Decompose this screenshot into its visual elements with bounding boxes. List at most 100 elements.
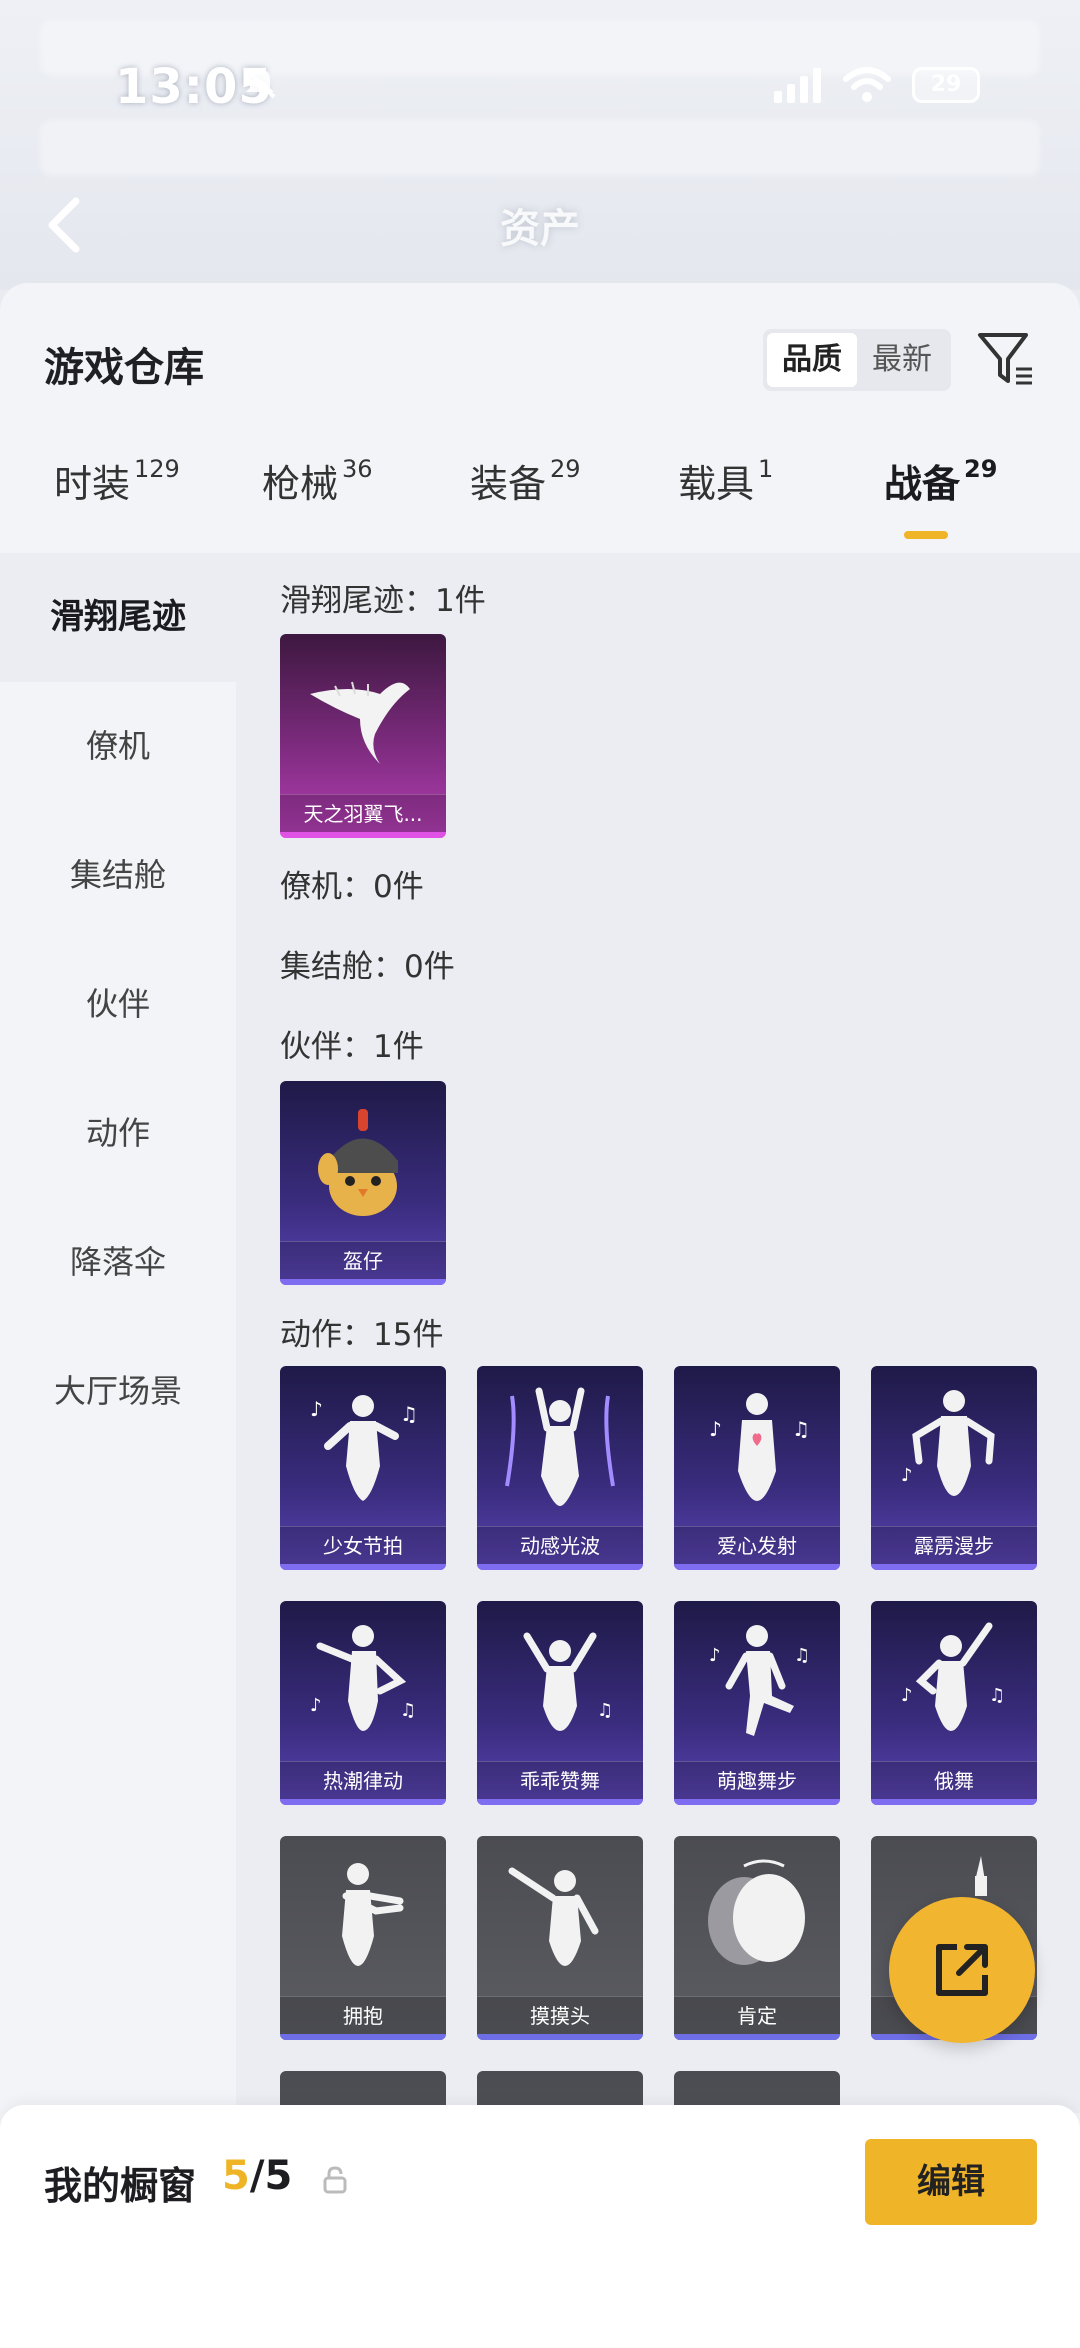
pat-head-pose-icon — [508, 1867, 599, 1966]
rarity-bar — [477, 2034, 643, 2040]
item-card[interactable]: 天之羽翼飞... — [280, 634, 446, 838]
status-bar: 13:05 29 — [0, 55, 1080, 115]
item-card[interactable]: ♫ 乖乖赞舞 — [477, 1601, 643, 1805]
svg-text:♫: ♫ — [794, 1645, 810, 1666]
dancer-icon: ♪ ♫ — [709, 1625, 810, 1736]
svg-text:♪: ♪ — [709, 1645, 721, 1666]
item-card[interactable]: 动感光波 — [477, 1366, 643, 1570]
dancer-icon: ♪ ♫ — [709, 1393, 810, 1501]
section-label-partner: 伙伴：1件 — [280, 1029, 424, 1065]
item-name: 霹雳漫步 — [871, 1526, 1037, 1564]
showcase-count: 5/5 — [222, 2153, 292, 2199]
item-name: 盔仔 — [280, 1241, 446, 1279]
nod-head-icon — [708, 1859, 805, 1965]
tab-vehicles[interactable]: 载具 1 — [678, 453, 773, 508]
svg-text:♪: ♪ — [709, 1417, 722, 1441]
section-label-pod: 集结舱：0件 — [280, 949, 455, 985]
content-area: 滑翔尾迹 僚机 集结舱 伙伴 动作 降落伞 大厅场景 滑翔尾迹：1件 天之羽翼飞… — [0, 553, 1080, 2113]
rarity-bar — [674, 2034, 840, 2040]
item-name: 爱心发射 — [674, 1526, 840, 1564]
side-nav-assembly-pod[interactable]: 集结舱 — [0, 811, 236, 940]
svg-text:♫: ♫ — [400, 1402, 418, 1426]
item-card[interactable]: 盔仔 — [280, 1081, 446, 1285]
tab-label: 时装 — [54, 462, 131, 506]
tab-label: 载具 — [678, 462, 755, 506]
dancer-icon: ♫ — [523, 1632, 613, 1731]
wifi-icon — [843, 67, 891, 102]
rarity-bar — [674, 1799, 840, 1805]
dancer-icon: ♪ ♫ — [310, 1625, 416, 1731]
item-card[interactable]: 拥抱 — [280, 1836, 446, 2040]
item-card[interactable]: 肯定 — [674, 1836, 840, 2040]
tab-count: 1 — [758, 455, 774, 484]
side-nav-parachute[interactable]: 降落伞 — [0, 1198, 236, 1327]
svg-text:♫: ♫ — [989, 1685, 1005, 1706]
svg-text:♫: ♫ — [400, 1700, 416, 1721]
rarity-bar — [871, 1564, 1037, 1570]
rarity-bar — [674, 1564, 840, 1570]
item-name: 肯定 — [674, 1996, 840, 2034]
active-tab-indicator — [904, 531, 948, 539]
item-card[interactable]: ♪ ♫ 萌趣舞步 — [674, 1601, 840, 1805]
item-name: 动感光波 — [477, 1526, 643, 1564]
tab-count: 129 — [134, 455, 180, 484]
tab-battle-prep[interactable]: 战备 29 — [884, 453, 997, 508]
tab-count: 29 — [550, 455, 581, 484]
sort-option-newest[interactable]: 最新 — [857, 333, 947, 387]
side-nav-wingman[interactable]: 僚机 — [0, 682, 236, 811]
item-card[interactable]: ♪ ♫ 少女节拍 — [280, 1366, 446, 1570]
section-label-glide: 滑翔尾迹：1件 — [280, 583, 486, 619]
ghost-row — [40, 120, 1040, 176]
page-title: 资产 — [500, 206, 580, 252]
item-name: 摸摸头 — [477, 1996, 643, 2034]
tab-guns[interactable]: 枪械 36 — [262, 453, 373, 508]
warehouse-sheet: 游戏仓库 品质 最新 时装 129 枪械 36 装备 29 载具 1 战备 29 滑翔尾迹… — [0, 283, 1080, 2348]
showcase-bar: 我的橱窗 5/5 编辑 — [0, 2105, 1080, 2348]
showcase-label: 我的橱窗 — [44, 2164, 197, 2208]
section-label-wingman: 僚机：0件 — [280, 869, 424, 905]
item-list: 滑翔尾迹：1件 天之羽翼飞... 僚机：0件 集结舱：0件 伙伴：1件 盔仔 动… — [236, 553, 1080, 2113]
rarity-bar — [280, 1279, 446, 1285]
share-icon — [936, 1944, 988, 1996]
signal-icon — [774, 68, 821, 103]
section-label-emote: 动作：15件 — [280, 1317, 444, 1353]
tab-fashion[interactable]: 时装 129 — [54, 453, 180, 508]
dancer-icon: ♪ ♫ — [310, 1395, 418, 1501]
svg-text:♪: ♪ — [901, 1685, 913, 1706]
item-card[interactable]: ♪ ♫ 爱心发射 — [674, 1366, 840, 1570]
sort-option-quality[interactable]: 品质 — [767, 333, 857, 387]
rarity-bar — [280, 1564, 446, 1570]
rarity-bar — [477, 1799, 643, 1805]
filter-icon[interactable] — [976, 329, 1034, 389]
rarity-bar — [477, 1564, 643, 1570]
item-card[interactable]: ♪ ♫ 热潮律动 — [280, 1601, 446, 1805]
item-name: 天之羽翼飞... — [280, 794, 446, 832]
sort-toggle: 品质 最新 — [763, 329, 951, 391]
side-nav-glide-trail[interactable]: 滑翔尾迹 — [0, 553, 236, 682]
dancer-icon: ♪ ♫ — [901, 1622, 1005, 1731]
item-card[interactable]: 摸摸头 — [477, 1836, 643, 2040]
tab-equipment[interactable]: 装备 29 — [470, 453, 581, 508]
item-name: 俄舞 — [871, 1761, 1037, 1799]
svg-text:♫: ♫ — [597, 1700, 613, 1721]
item-card[interactable]: ♪ 霹雳漫步 — [871, 1366, 1037, 1570]
side-nav-partner[interactable]: 伙伴 — [0, 940, 236, 1069]
rarity-bar — [871, 1799, 1037, 1805]
svg-text:♫: ♫ — [792, 1417, 810, 1441]
edit-button[interactable]: 编辑 — [865, 2139, 1037, 2225]
svg-text:♪: ♪ — [310, 1695, 322, 1716]
dancer-icon: ♪ — [901, 1390, 995, 1496]
lock-icon — [323, 2166, 347, 2194]
rarity-bar — [280, 832, 446, 838]
item-name: 少女节拍 — [280, 1526, 446, 1564]
tab-count: 29 — [964, 455, 998, 484]
dancer-icon — [505, 1387, 615, 1506]
side-nav-lobby-scene[interactable]: 大厅场景 — [0, 1327, 236, 1456]
item-name: 乖乖赞舞 — [477, 1761, 643, 1799]
battery-icon: 29 — [912, 67, 980, 103]
side-nav-emote[interactable]: 动作 — [0, 1069, 236, 1198]
showcase-count-total: /5 — [249, 2153, 293, 2199]
svg-text:♪: ♪ — [901, 1465, 913, 1486]
share-button[interactable] — [889, 1897, 1035, 2043]
item-card[interactable]: ♪ ♫ 俄舞 — [871, 1601, 1037, 1805]
